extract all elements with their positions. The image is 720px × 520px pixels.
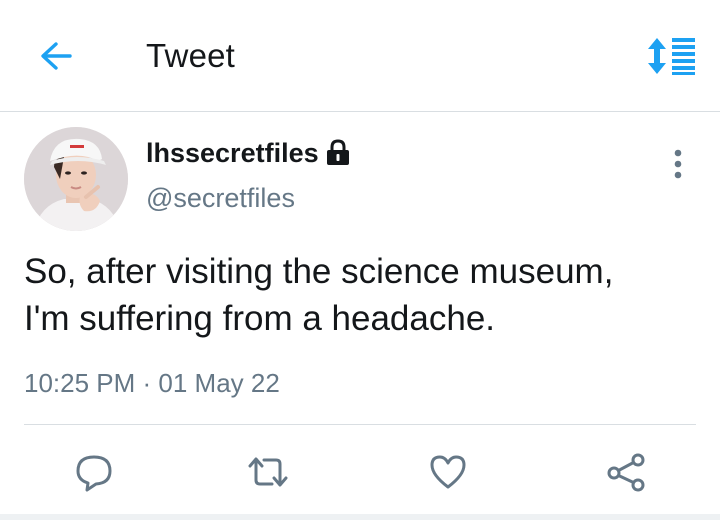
arrow-left-icon — [41, 42, 72, 70]
heart-icon — [430, 455, 466, 489]
like-button[interactable] — [424, 448, 472, 496]
page-title: Tweet — [146, 37, 236, 74]
avatar-image — [24, 127, 128, 231]
top-app-bar: Tweet — [0, 0, 720, 112]
avatar[interactable] — [24, 127, 128, 231]
retweet-button[interactable] — [244, 448, 292, 496]
more-options-button[interactable] — [660, 142, 696, 186]
lock-icon — [325, 139, 351, 167]
more-vertical-icon — [674, 149, 682, 179]
sort-toggle-icon — [648, 38, 695, 75]
divider — [24, 424, 696, 425]
author-name-row: lhssecretfiles — [146, 136, 351, 170]
reply-button[interactable] — [70, 448, 118, 496]
sort-toggle-button[interactable] — [644, 34, 700, 78]
tweet-timestamp[interactable]: 10:25 PM · 01 May 22 — [24, 366, 280, 400]
user-handle[interactable]: @secretfiles — [146, 181, 295, 215]
tweet-detail-screen: Tweet lhssecretfiles @secretfiles So, af… — [0, 0, 720, 520]
display-name[interactable]: lhssecretfiles — [146, 136, 319, 170]
tweet-text: So, after visiting the science museum, I… — [24, 252, 614, 338]
share-icon — [607, 453, 645, 492]
reply-icon — [76, 455, 112, 492]
bottom-separator — [0, 514, 720, 520]
retweet-icon — [248, 457, 288, 487]
back-button[interactable] — [34, 36, 78, 76]
share-button[interactable] — [602, 448, 650, 496]
